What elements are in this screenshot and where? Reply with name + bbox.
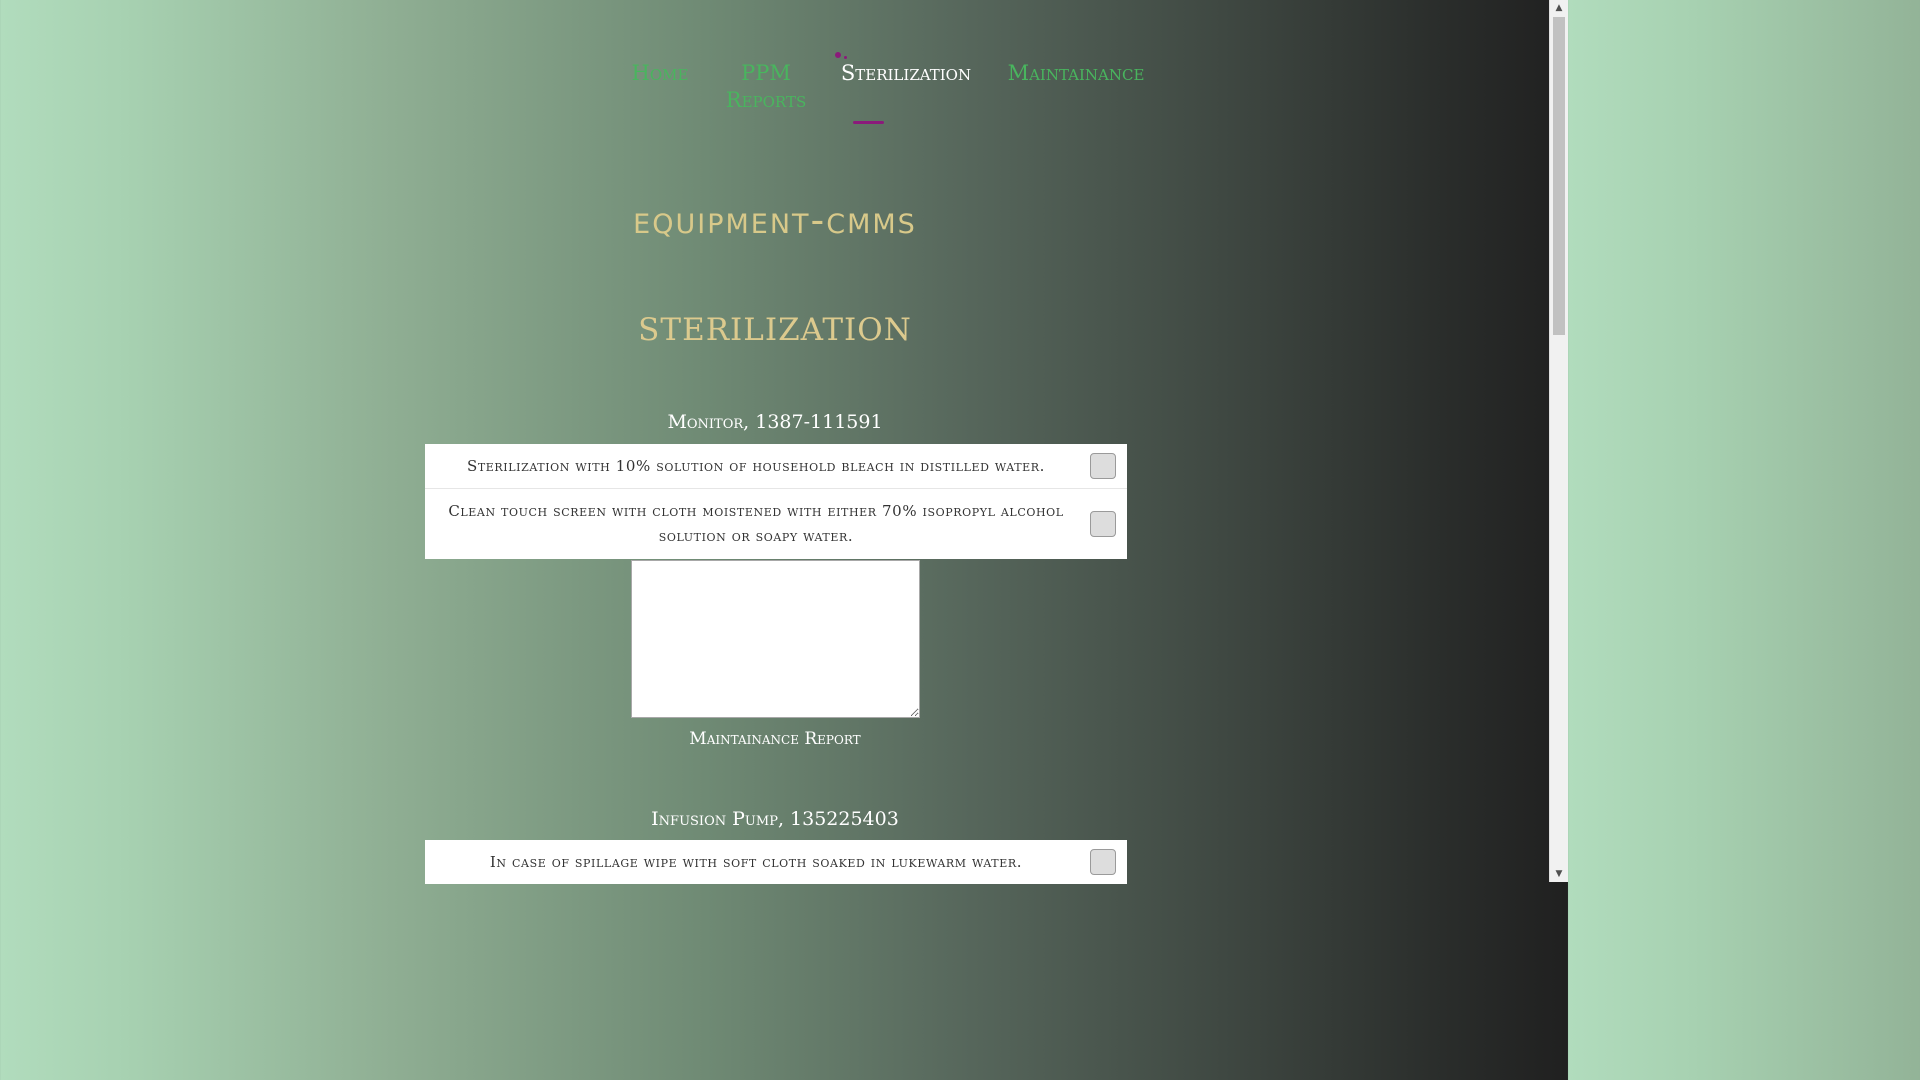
nav-decoration-dot (835, 52, 841, 58)
task-row: Sterilization with 10% solution of house… (425, 444, 1127, 489)
page-scrollbar[interactable]: ▲ ▼ (1549, 0, 1568, 882)
nav-ppm-reports-link[interactable]: PPM Reports (716, 60, 816, 114)
nav-sterilization-link[interactable]: Sterilization (836, 60, 976, 87)
site-logo[interactable]: equipment-cmms (0, 198, 1550, 242)
task-row: Clean touch screen with cloth moistened … (425, 489, 1127, 559)
task-text: Clean touch screen with cloth moistened … (448, 502, 1064, 545)
task-list-monitor: Sterilization with 10% solution of house… (425, 444, 1127, 559)
task-list-infusion-pump: In case of spillage wipe with soft cloth… (425, 840, 1127, 884)
nav-decoration-dot-small (844, 56, 847, 59)
nav-active-indicator (853, 121, 884, 124)
scroll-down-arrow-icon[interactable]: ▼ (1550, 866, 1568, 882)
task-row: In case of spillage wipe with soft cloth… (425, 840, 1127, 884)
nav-home-link[interactable]: Home (620, 60, 700, 87)
task-text: Sterilization with 10% solution of house… (466, 456, 1046, 475)
device-title-monitor: Monitor, 1387-111591 (667, 411, 883, 433)
scroll-thumb[interactable] (1553, 17, 1565, 335)
task-checkbox[interactable] (1090, 453, 1116, 479)
scroll-up-arrow-icon[interactable]: ▲ (1550, 0, 1568, 16)
nav-maintainance-link[interactable]: Maintainance (1000, 60, 1152, 87)
task-checkbox[interactable] (1090, 849, 1116, 875)
main-nav: Home PPM Reports Sterilization Maintaina… (0, 60, 1550, 140)
maintainance-report-textarea[interactable] (631, 560, 920, 718)
maintainance-report-label: Maintainance Report (689, 729, 861, 749)
device-title-infusion-pump: Infusion Pump, 135225403 (651, 808, 899, 830)
task-text: In case of spillage wipe with soft cloth… (489, 852, 1023, 871)
task-checkbox[interactable] (1090, 511, 1116, 537)
page-title: STERILIZATION (638, 312, 912, 348)
